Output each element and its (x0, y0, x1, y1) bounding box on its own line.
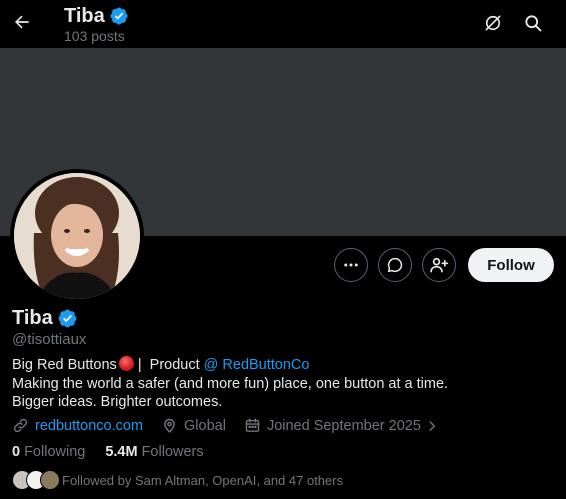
bio-line-1: Big Red Buttons | Product @ RedButtonCo (12, 356, 552, 375)
following-label: Following (24, 444, 86, 460)
profile-meta: redbuttonco.com Global Joined September … (12, 417, 463, 434)
verified-badge-icon (110, 7, 128, 25)
joined-item[interactable]: Joined September 2025 (244, 417, 445, 434)
profile-handle: @tisottiaux (12, 331, 87, 348)
search-button[interactable] (522, 12, 544, 34)
red-button-emoji-icon (118, 356, 134, 371)
location-text: Global (184, 417, 226, 434)
followers-stat[interactable]: 5.4M Followers (105, 444, 203, 460)
message-button[interactable] (378, 248, 412, 282)
top-bar: Tiba 103 posts (0, 0, 566, 48)
avatar[interactable] (10, 169, 144, 303)
profile-name-row: Tiba (12, 307, 78, 330)
calendar-icon (245, 418, 260, 432)
more-button[interactable] (334, 248, 368, 282)
bio-text: Big Red Buttons (12, 357, 117, 373)
link-icon (13, 418, 28, 433)
bio-mention-link[interactable]: @ RedButtonCo (204, 357, 310, 373)
mutual-avatars (12, 470, 60, 490)
joined-text: Joined September 2025 (266, 417, 421, 434)
add-user-icon (430, 257, 449, 273)
location-item: Global (161, 417, 226, 434)
post-count: 103 posts (64, 28, 125, 44)
bio-separator: | Product (133, 357, 204, 373)
followed-by-text: Followed by Sam Altman, OpenAI, and 47 o… (62, 472, 344, 488)
more-icon (344, 263, 358, 267)
back-arrow-icon (15, 15, 29, 29)
display-name: Tiba (12, 307, 53, 329)
back-button[interactable] (8, 8, 36, 36)
followers-count: 5.4M (105, 444, 138, 460)
verified-badge-icon[interactable] (57, 308, 78, 329)
bio-line-2: Making the world a safer (and more fun) … (12, 375, 449, 392)
top-title: Tiba (64, 4, 129, 28)
grok-button[interactable] (482, 12, 504, 34)
followers-label: Followers (141, 444, 204, 460)
profile-bio: Big Red Buttons | Product @ RedButtonCo … (12, 356, 552, 412)
follow-button[interactable]: Follow (468, 248, 554, 282)
search-icon (525, 15, 542, 32)
chevron-right-icon (429, 420, 435, 431)
top-display-name: Tiba (64, 5, 105, 27)
website-item[interactable]: redbuttonco.com (12, 417, 143, 434)
followed-by-row[interactable]: Followed by Sam Altman, OpenAI, and 47 o… (12, 470, 343, 490)
mutual-avatar (40, 470, 60, 490)
grok-icon (485, 15, 501, 31)
avatar-image (14, 173, 140, 299)
bio-line-3: Bigger ideas. Brighter outcomes. (12, 394, 223, 410)
add-user-button[interactable] (422, 248, 456, 282)
website-link[interactable]: redbuttonco.com (35, 418, 143, 434)
location-icon (164, 418, 175, 433)
message-icon (387, 257, 403, 273)
follow-stats: 0 Following 5.4M Followers (12, 444, 224, 460)
following-count: 0 (12, 444, 21, 460)
following-stat[interactable]: 0 Following (12, 444, 85, 460)
